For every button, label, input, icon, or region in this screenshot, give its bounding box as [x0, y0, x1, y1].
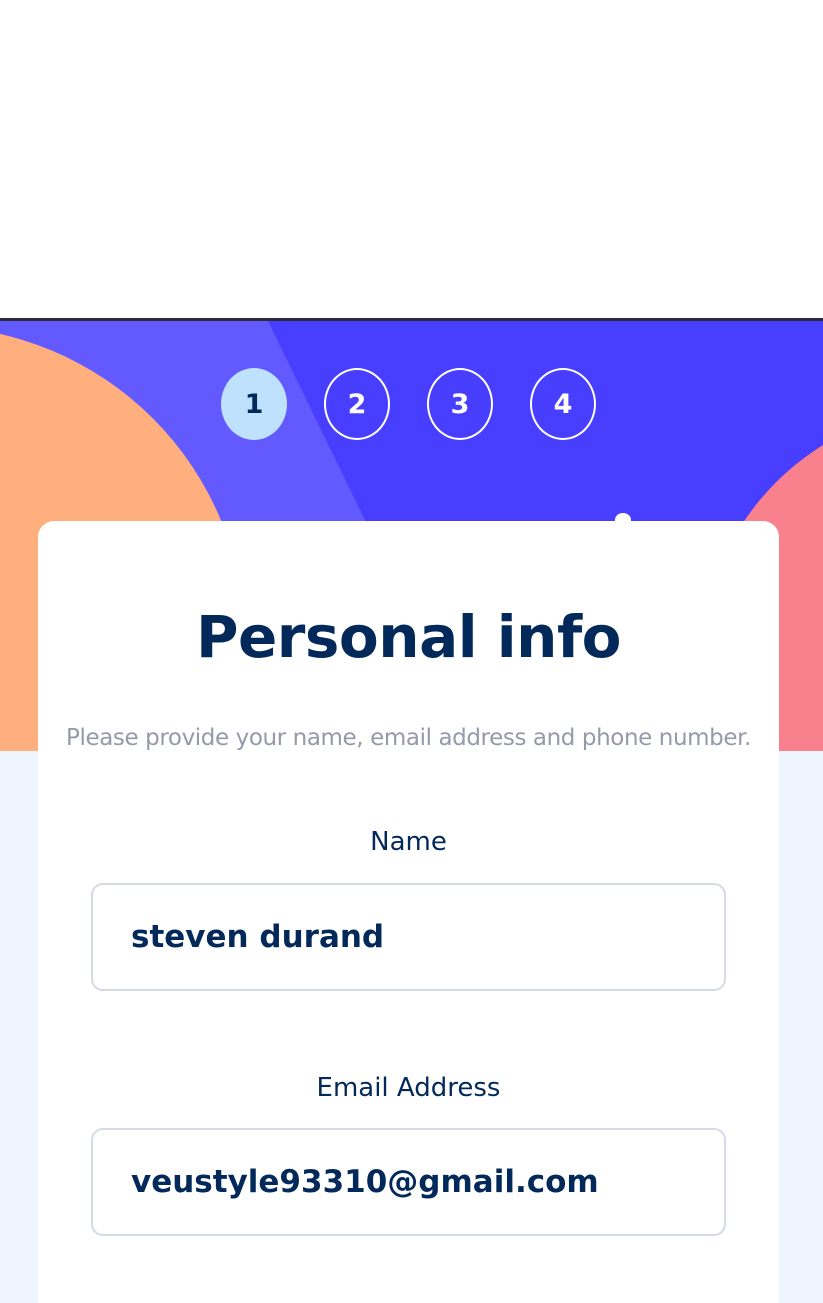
name-label: Name [370, 827, 447, 857]
multi-step-form-app: 1 2 3 4 Personal info Please provide you… [0, 318, 823, 1303]
page: 1 2 3 4 Personal info Please provide you… [0, 0, 823, 1303]
step-4-indicator[interactable]: 4 [530, 368, 596, 440]
page-title: Personal info [195, 603, 622, 671]
card-notch [615, 513, 631, 527]
blank-area [0, 0, 823, 318]
step-3-indicator[interactable]: 3 [427, 368, 493, 440]
name-field[interactable] [91, 883, 726, 991]
email-label: Email Address [316, 1073, 501, 1103]
step-1-indicator[interactable]: 1 [221, 368, 287, 440]
step-indicator: 1 2 3 4 [0, 368, 823, 440]
email-field[interactable] [91, 1128, 726, 1236]
page-subtitle: Please provide your name, email address … [66, 725, 751, 751]
step-2-indicator[interactable]: 2 [324, 368, 390, 440]
form-card: Personal info Please provide your name, … [38, 513, 779, 1303]
